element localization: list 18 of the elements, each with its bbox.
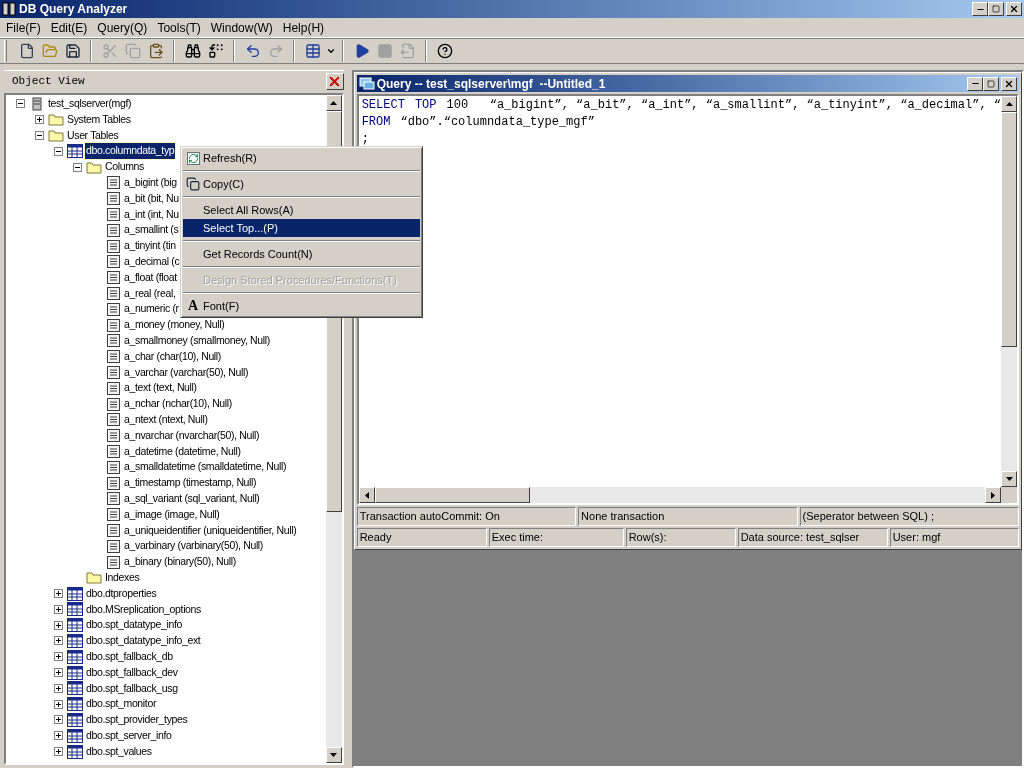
sql-keyword: FROM — [361, 114, 391, 131]
window-title: DB Query Analyzer — [19, 1, 128, 18]
query-window-title: Query -- test_sqlserver\mgf --Untitled_1 — [376, 75, 606, 93]
status-panel: (Seperator between SQL) ; — [799, 507, 1019, 526]
status-panel: Row(s): — [625, 528, 736, 547]
status-panel: Exec time: — [488, 528, 624, 547]
sql-keyword: SELECT — [361, 97, 405, 114]
sql-text: 100 “a_bigint”, “a_bit”, “a_int”, “a_smallint”, “a_tinyint”, “a_decimal”, “ — [446, 97, 1001, 114]
status-panel: User: mgf — [889, 528, 1019, 547]
status-panel: Transaction autoCommit: On — [356, 507, 577, 526]
sql-text: “dbo”.“columndata_type_mgf” — [400, 114, 595, 131]
font-icon: A — [187, 299, 199, 313]
panel-title: Object View — [12, 74, 85, 90]
status-panel: None transaction — [578, 507, 798, 526]
status-panel: Data source: test_sqlser — [737, 528, 888, 547]
sql-keyword: TOP — [414, 97, 437, 114]
status-panel: Ready — [356, 528, 487, 547]
sql-text: ; — [361, 131, 369, 148]
